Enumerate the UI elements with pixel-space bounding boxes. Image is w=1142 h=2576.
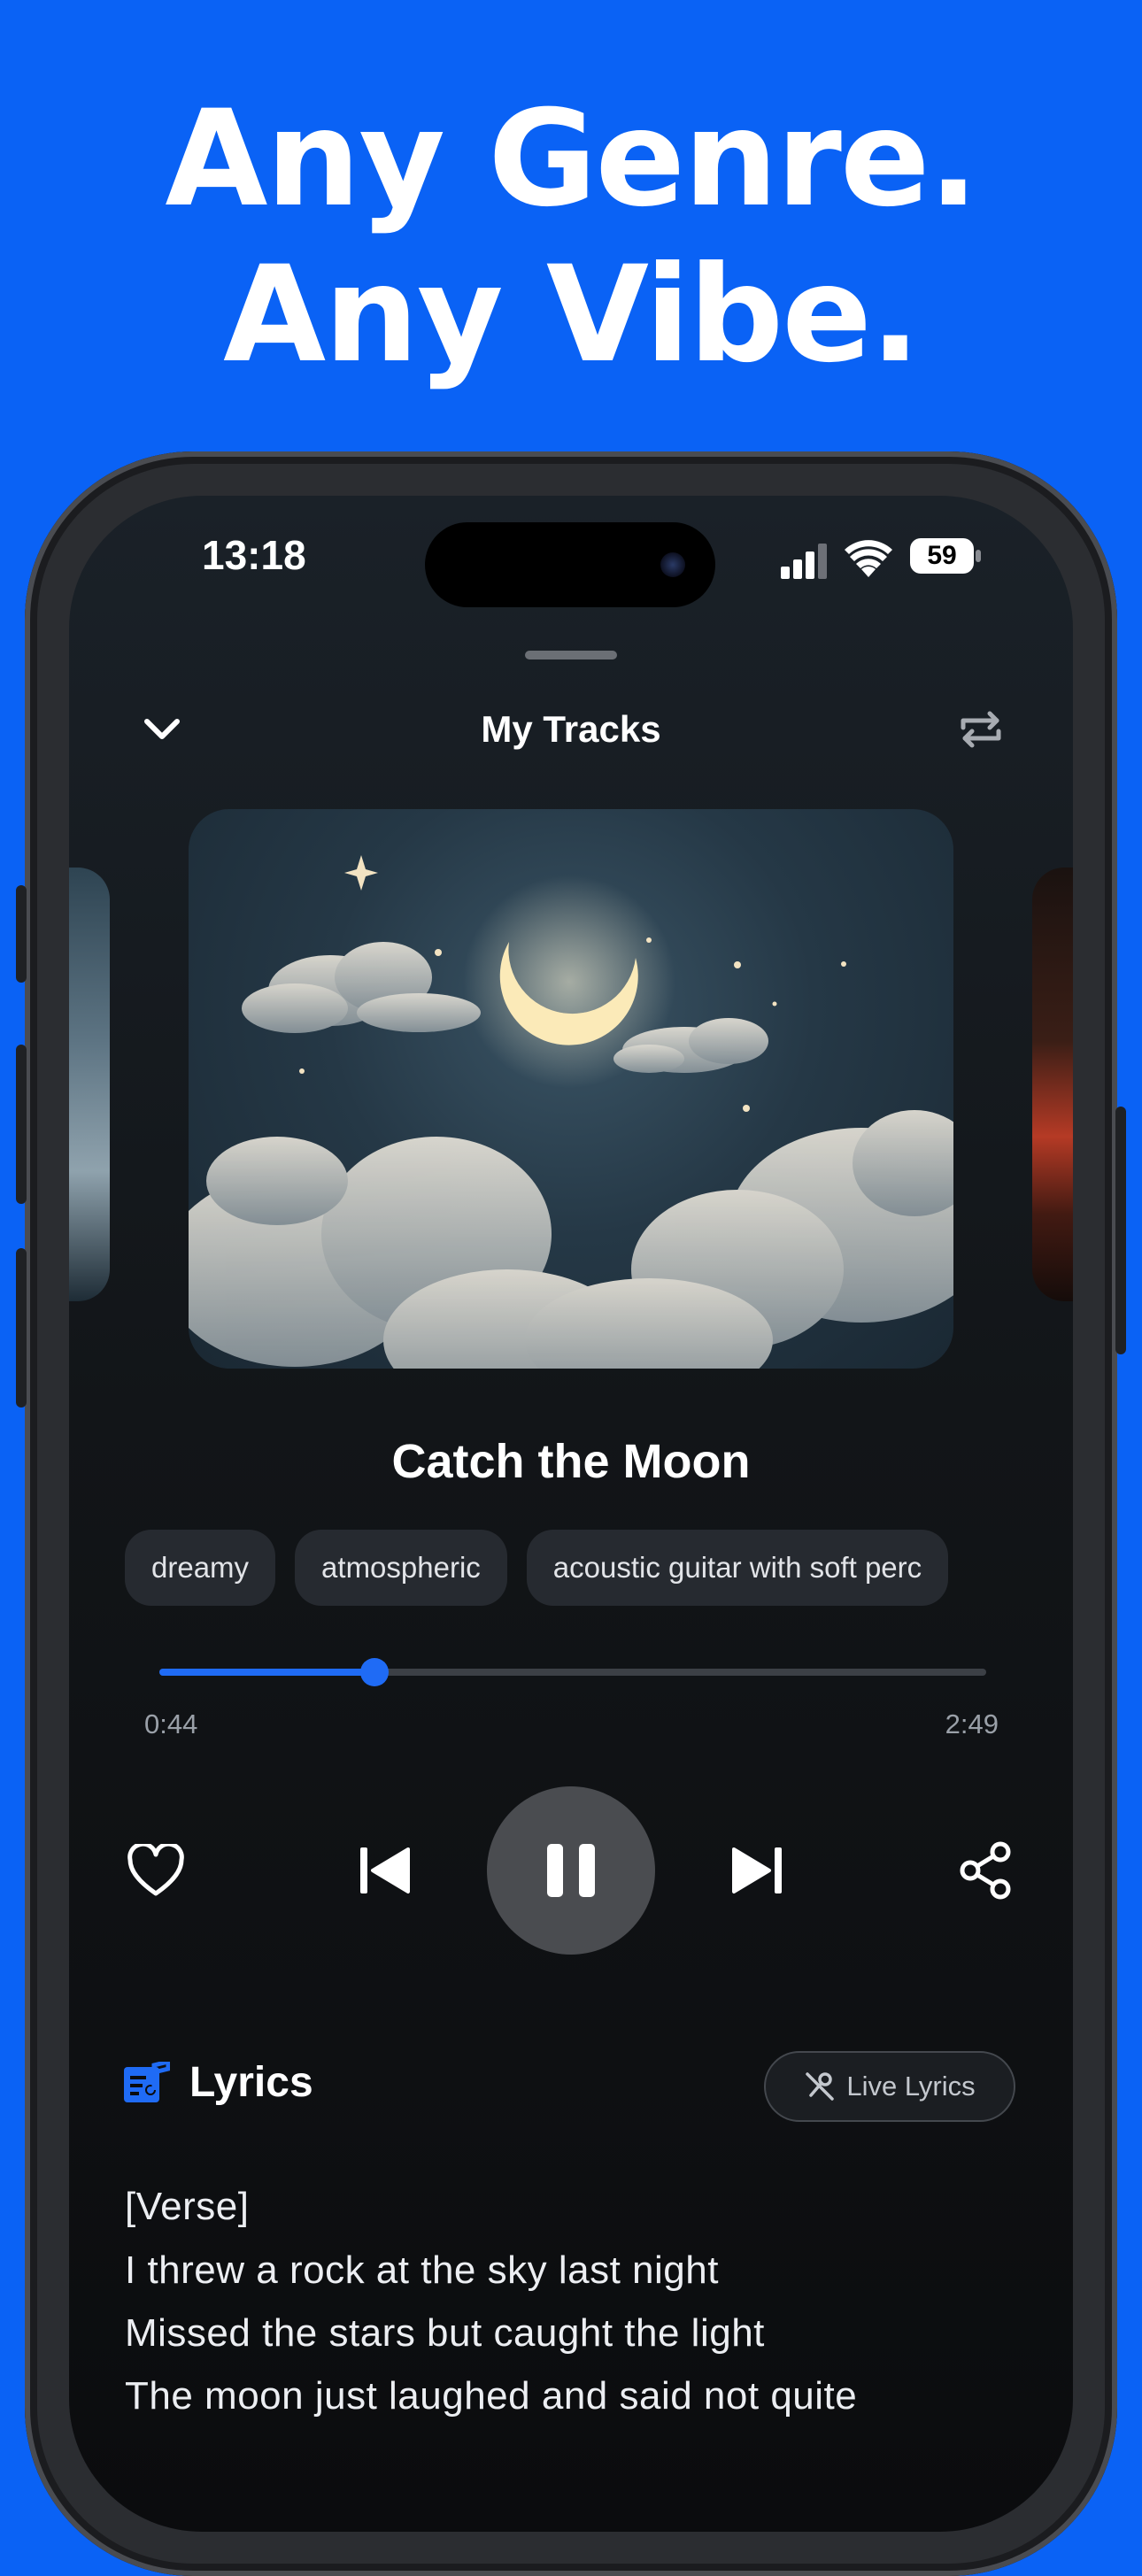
side-button-volume-up [16, 1045, 27, 1204]
signal-icon [781, 542, 829, 579]
status-time: 13:18 [202, 532, 306, 578]
headline-line-1: Any Genre. [165, 82, 978, 236]
lyrics-header: Lyrics [124, 2058, 313, 2107]
lyric-line: Missed the stars but caught the light [125, 2311, 765, 2355]
album-art-previous[interactable] [69, 868, 110, 1301]
phone-screen: 13:18 59 My Tracks Catch the Moon dreamy… [69, 496, 1073, 2532]
live-lyrics-icon [804, 2071, 836, 2102]
pause-button[interactable] [487, 1786, 655, 1955]
album-art-next[interactable] [1032, 868, 1073, 1301]
progress-fill [159, 1669, 374, 1676]
elapsed-time: 0:44 [144, 1708, 198, 1739]
player-title: My Tracks [481, 708, 661, 750]
lyric-line: [Verse] [125, 2185, 250, 2228]
live-lyrics-label: Live Lyrics [846, 2071, 976, 2102]
album-art[interactable] [189, 809, 953, 1369]
pause-icon [547, 1844, 595, 1897]
sheet-grabber[interactable] [525, 651, 617, 659]
duration-time: 2:49 [945, 1708, 999, 1739]
repeat-icon[interactable] [954, 703, 1007, 756]
song-title: Catch the Moon [391, 1435, 751, 1488]
heart-icon[interactable] [124, 1839, 188, 1901]
side-button-power [1115, 1107, 1126, 1354]
dynamic-island [425, 522, 715, 607]
tag-chip[interactable]: acoustic guitar with soft perc [526, 1530, 949, 1606]
battery-icon: 59 [910, 538, 983, 574]
battery-level: 59 [927, 541, 957, 570]
progress-slider[interactable] [159, 1658, 986, 1686]
progress-thumb[interactable] [359, 1658, 389, 1686]
skip-next-icon[interactable] [726, 1839, 788, 1901]
lyrics-icon [124, 2058, 171, 2104]
skip-previous-icon[interactable] [354, 1839, 416, 1901]
headline-line-2: Any Vibe. [223, 238, 921, 392]
live-lyrics-button[interactable]: Live Lyrics [764, 2051, 1015, 2122]
side-button-volume-down [16, 1248, 27, 1408]
tag-chip[interactable]: dreamy [125, 1530, 276, 1606]
lyrics-heading: Lyrics [189, 2059, 313, 2106]
share-icon[interactable] [954, 1838, 1016, 1903]
tag-chip[interactable]: atmospheric [295, 1530, 507, 1606]
lyric-line: I threw a rock at the sky last night [125, 2248, 719, 2292]
side-button-action [16, 885, 27, 983]
tag-list[interactable]: dreamy atmospheric acoustic guitar with so… [125, 1530, 1015, 1606]
wifi-icon [845, 540, 892, 579]
lyric-line: The moon just laughed and said not quite [125, 2374, 858, 2418]
